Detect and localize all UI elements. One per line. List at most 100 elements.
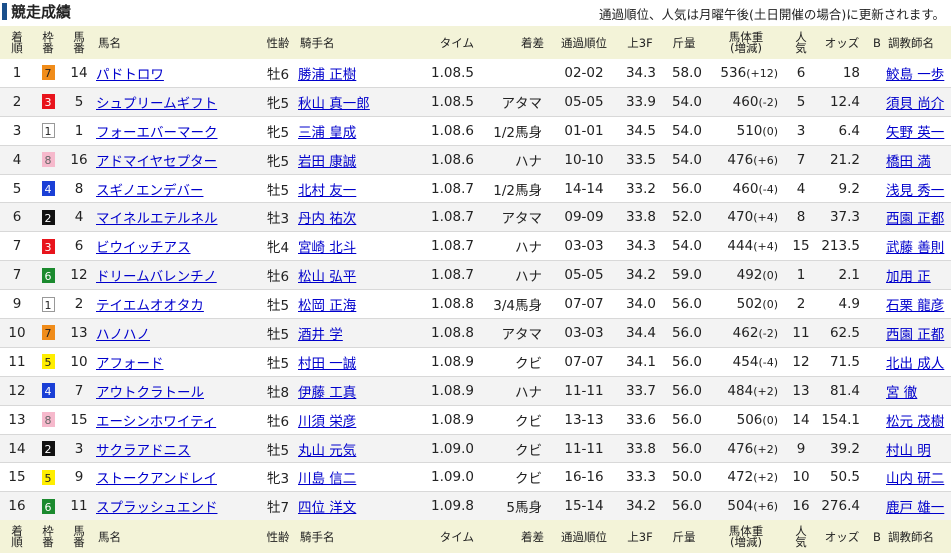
trainer-name[interactable]: 村山 明 (886, 433, 951, 463)
horse-name-link[interactable]: スギノエンデバー (96, 183, 203, 199)
trainer-name[interactable]: 山内 研二 (886, 462, 951, 492)
horse-name-link[interactable]: スプラッシュエンド (96, 500, 218, 516)
jockey-name[interactable]: 川島 信二 (298, 462, 416, 492)
horse-name[interactable]: ストークアンドレイ (96, 462, 258, 492)
horse-name[interactable]: ビウイッチアス (96, 231, 258, 261)
horse-name-link[interactable]: アドマイヤセプター (96, 154, 217, 170)
result-row: 5 4 8 スギノエンデバー 牡5 北村 友一 1.08.7 1/2馬身 14-14 33.2 56… (0, 173, 951, 203)
trainer-name[interactable]: 矢野 英一 (886, 115, 951, 146)
trainer-name-link[interactable]: 西園 正都 (886, 211, 944, 227)
jockey-name-link[interactable]: 勝浦 正樹 (298, 67, 356, 83)
trainer-name[interactable]: 加用 正 (886, 260, 951, 290)
trainer-name-link[interactable]: 北出 成人 (886, 356, 944, 372)
horse-name[interactable]: アウトクラトール (96, 375, 258, 406)
horse-name[interactable]: フォーエバーマーク (96, 115, 258, 146)
trainer-name[interactable]: 鹿戸 雄一 (886, 491, 951, 521)
horse-name-link[interactable]: テイエムオオタカ (96, 298, 204, 314)
horse-name[interactable]: テイエムオオタカ (96, 289, 258, 319)
jockey-name[interactable]: 酒井 学 (298, 318, 416, 348)
jockey-name-link[interactable]: 丸山 元気 (298, 443, 356, 459)
trainer-name[interactable]: 武藤 善則 (886, 231, 951, 261)
jockey-name[interactable]: 伊藤 工真 (298, 375, 416, 406)
trainer-name[interactable]: 宮 徹 (886, 375, 951, 406)
trainer-name-link[interactable]: 鹿戸 雄一 (886, 500, 944, 516)
horse-name-link[interactable]: ドリームバレンチノ (96, 269, 217, 285)
jockey-name-link[interactable]: 川須 栄彦 (298, 414, 356, 430)
trainer-name-link[interactable]: 鮫島 一歩 (886, 67, 944, 83)
trainer-name[interactable]: 松元 茂樹 (886, 404, 951, 435)
jockey-name-link[interactable]: 酒井 学 (298, 327, 343, 343)
jockey-name-link[interactable]: 北村 友一 (298, 183, 356, 199)
trainer-name-link[interactable]: 石栗 龍彦 (886, 298, 944, 314)
horse-name-link[interactable]: フォーエバーマーク (96, 125, 218, 141)
trainer-name-link[interactable]: 矢野 英一 (886, 125, 944, 141)
horse-name[interactable]: サクラアドニス (96, 433, 258, 463)
horse-name-link[interactable]: アウトクラトール (96, 385, 204, 401)
jockey-name-link[interactable]: 川島 信二 (298, 471, 356, 487)
horse-name-link[interactable]: パドトロワ (96, 67, 164, 83)
jockey-name-link[interactable]: 宮崎 北斗 (298, 240, 356, 256)
trainer-name[interactable]: 橋田 満 (886, 144, 951, 175)
trainer-name[interactable]: 北出 成人 (886, 346, 951, 377)
trainer-name-link[interactable]: 武藤 善則 (886, 240, 944, 256)
trainer-name-link[interactable]: 西園 正都 (886, 327, 944, 343)
horse-name[interactable]: シュプリームギフト (96, 86, 258, 117)
horse-name-link[interactable]: マイネルエテルネル (96, 211, 218, 227)
jockey-name[interactable]: 宮崎 北斗 (298, 231, 416, 261)
jockey-name-link[interactable]: 伊藤 工真 (298, 385, 356, 401)
horse-name[interactable]: スギノエンデバー (96, 173, 258, 203)
trainer-name-link[interactable]: 宮 徹 (886, 385, 917, 401)
trainer-name-link[interactable]: 浅見 秀一 (886, 183, 944, 199)
jockey-name-link[interactable]: 秋山 真一郎 (298, 96, 370, 112)
trainer-name-link[interactable]: 橋田 満 (886, 154, 931, 170)
jockey-name-link[interactable]: 丹内 祐次 (298, 211, 356, 227)
horse-name-link[interactable]: エーシンホワイティ (96, 414, 216, 430)
trainer-name-link[interactable]: 山内 研二 (886, 471, 944, 487)
jockey-name[interactable]: 秋山 真一郎 (298, 86, 416, 117)
horse-name[interactable]: マイネルエテルネル (96, 202, 258, 232)
horse-name-link[interactable]: ビウイッチアス (96, 240, 191, 256)
trainer-name-link[interactable]: 松元 茂樹 (886, 414, 944, 430)
jockey-name[interactable]: 四位 洋文 (298, 491, 416, 521)
trainer-name-link[interactable]: 須貝 尚介 (886, 96, 944, 112)
trainer-name[interactable]: 鮫島 一歩 (886, 59, 951, 87)
trainer-name-link[interactable]: 加用 正 (886, 269, 931, 285)
trainer-name[interactable]: 西園 正都 (886, 318, 951, 348)
jockey-name[interactable]: 松山 弘平 (298, 260, 416, 290)
trainer-name[interactable]: 浅見 秀一 (886, 173, 951, 203)
footer-header-col-frame: 枠番 (34, 520, 62, 553)
trainer-name[interactable]: 石栗 龍彦 (886, 289, 951, 319)
jockey-name-link[interactable]: 松岡 正海 (298, 298, 356, 314)
jockey-name[interactable]: 丸山 元気 (298, 433, 416, 463)
jockey-name[interactable]: 松岡 正海 (298, 289, 416, 319)
footer-header-col-b: B (868, 520, 886, 553)
trainer-name[interactable]: 西園 正都 (886, 202, 951, 232)
trainer-name[interactable]: 須貝 尚介 (886, 86, 951, 117)
horse-name-link[interactable]: ハノハノ (96, 327, 150, 343)
horse-name-link[interactable]: アフォード (96, 356, 164, 372)
trainer-name-link[interactable]: 村山 明 (886, 443, 931, 459)
horse-name[interactable]: スプラッシュエンド (96, 491, 258, 521)
jockey-name[interactable]: 丹内 祐次 (298, 202, 416, 232)
jockey-name[interactable]: 川須 栄彦 (298, 404, 416, 435)
horse-name[interactable]: エーシンホワイティ (96, 404, 258, 435)
horse-name-link[interactable]: ストークアンドレイ (96, 471, 217, 487)
jockey-name-link[interactable]: 四位 洋文 (298, 500, 356, 516)
jockey-name-link[interactable]: 松山 弘平 (298, 269, 356, 285)
horse-name[interactable]: ハノハノ (96, 318, 258, 348)
jockey-name[interactable]: 北村 友一 (298, 173, 416, 203)
jockey-name-link[interactable]: 岩田 康誠 (298, 154, 356, 170)
horse-name-link[interactable]: サクラアドニス (96, 443, 191, 459)
jockey-name-link[interactable]: 村田 一誠 (298, 356, 356, 372)
horse-name-link[interactable]: シュプリームギフト (96, 96, 217, 112)
jockey-name[interactable]: 勝浦 正樹 (298, 59, 416, 87)
horse-name[interactable]: パドトロワ (96, 59, 258, 87)
jockey-name-link[interactable]: 三浦 皇成 (298, 125, 356, 141)
horse-name[interactable]: ドリームバレンチノ (96, 260, 258, 290)
jockey-name[interactable]: 三浦 皇成 (298, 115, 416, 146)
horse-name[interactable]: アドマイヤセプター (96, 144, 258, 175)
jockey-name[interactable]: 村田 一誠 (298, 346, 416, 377)
jockey-name[interactable]: 岩田 康誠 (298, 144, 416, 175)
horse-name[interactable]: アフォード (96, 346, 258, 377)
passing-order: 07-07 (550, 289, 618, 319)
